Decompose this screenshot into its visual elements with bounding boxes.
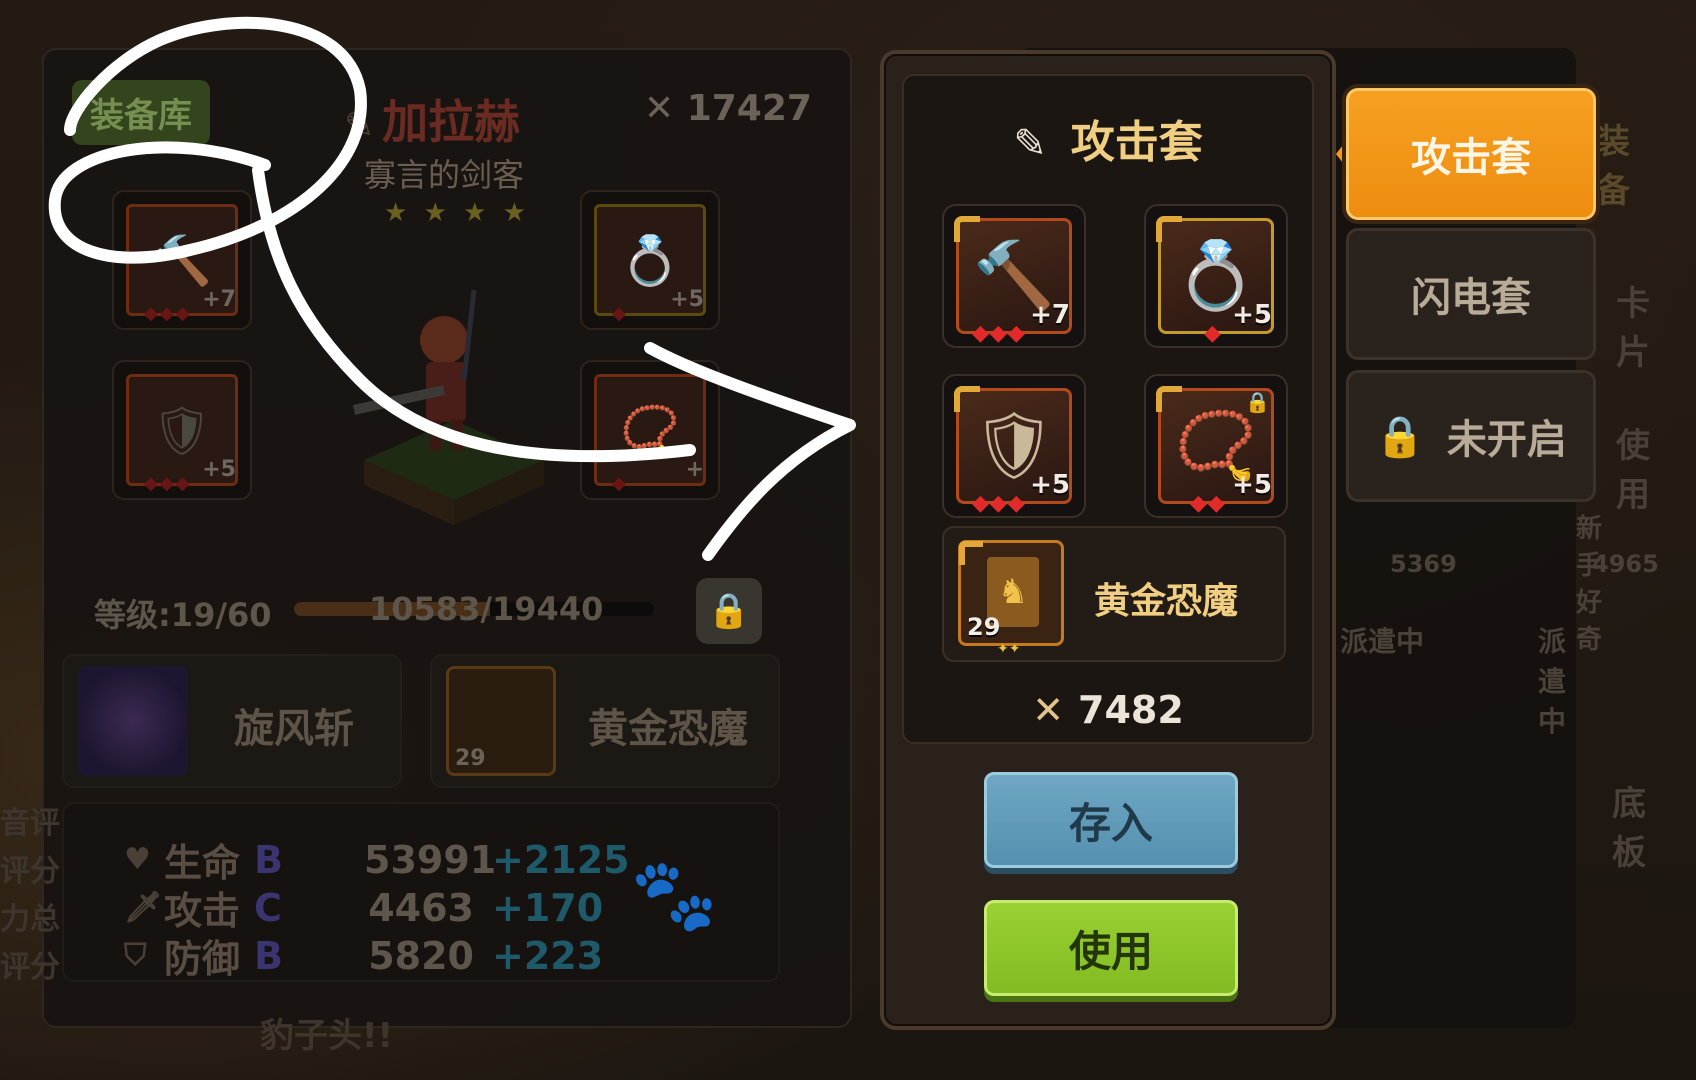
hand-drawn-annotation bbox=[48, 16, 856, 561]
